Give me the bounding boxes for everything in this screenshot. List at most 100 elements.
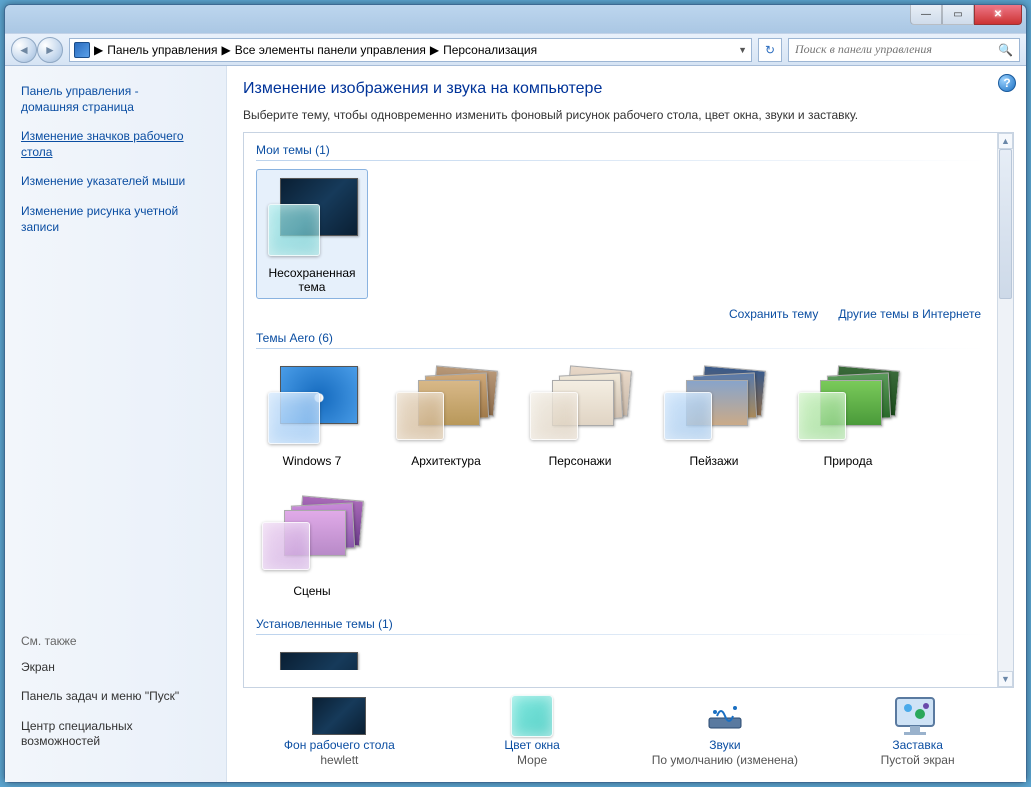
sounds-item[interactable]: Звуки По умолчанию (изменена)	[640, 696, 810, 767]
more-themes-link[interactable]: Другие темы в Интернете	[838, 307, 981, 321]
address-bar[interactable]: ▶ Панель управления ▶ Все элементы панел…	[69, 38, 752, 62]
theme-landscapes[interactable]: Пейзажи	[658, 357, 770, 473]
window-color-icon	[504, 696, 560, 736]
control-panel-icon	[74, 42, 90, 58]
sidebar-item-label: записи	[21, 220, 59, 234]
installed-themes-row	[256, 643, 985, 675]
window: — ▭ ✕ ◄ ► ▶ Панель управления ▶ Все элем…	[4, 4, 1027, 783]
item-label: Заставка	[892, 738, 943, 752]
desktop-background-icon	[311, 696, 367, 736]
theme-scenes[interactable]: Сцены	[256, 487, 368, 603]
aero-themes-row: Windows 7 Архитектура	[256, 357, 985, 603]
search-icon[interactable]: 🔍	[998, 43, 1013, 57]
item-label: Цвет окна	[504, 738, 559, 752]
caption-buttons: — ▭ ✕	[910, 5, 1022, 25]
window-color-preview	[268, 392, 320, 444]
refresh-button[interactable]: ↻	[758, 38, 782, 62]
content-area: Панель управления - домашняя страница Из…	[5, 66, 1026, 782]
window-color-preview	[268, 204, 320, 256]
address-dropdown[interactable]: ▼	[738, 45, 747, 55]
themes-scroll-area: Мои темы (1) Несохраненная тема Сохранит…	[244, 133, 997, 687]
theme-windows7[interactable]: Windows 7	[256, 357, 368, 473]
bottom-bar: Фон рабочего стола hewlett Цвет окна Мор…	[243, 688, 1014, 774]
theme-thumbnail	[664, 362, 764, 448]
breadcrumb-personalization[interactable]: Персонализация	[443, 43, 537, 57]
back-button[interactable]: ◄	[11, 37, 37, 63]
scroll-down-button[interactable]: ▼	[998, 671, 1013, 687]
breadcrumb-sep: ▶	[430, 43, 439, 57]
theme-thumbnail	[262, 362, 362, 448]
theme-characters[interactable]: Персонажи	[524, 357, 636, 473]
theme-nature[interactable]: Природа	[792, 357, 904, 473]
see-also-taskbar[interactable]: Панель задач и меню "Пуск"	[21, 689, 210, 705]
section-my-themes: Мои темы (1)	[256, 143, 985, 161]
sidebar-item-label: Изменение значков рабочего	[21, 129, 184, 143]
breadcrumb-control-panel[interactable]: Панель управления	[107, 43, 217, 57]
theme-thumbnail	[798, 362, 898, 448]
theme-name: Природа	[824, 454, 873, 468]
theme-thumbnail	[262, 492, 362, 578]
theme-thumbnail	[396, 362, 496, 448]
search-box[interactable]: 🔍	[788, 38, 1020, 62]
item-value: По умолчанию (изменена)	[652, 753, 798, 767]
sidebar-item-label: стола	[21, 145, 52, 159]
sidebar-item-label: возможностей	[21, 734, 100, 748]
item-value: Море	[517, 753, 547, 767]
maximize-button[interactable]: ▭	[942, 5, 974, 25]
window-color-preview	[798, 392, 846, 440]
scroll-up-button[interactable]: ▲	[998, 133, 1013, 149]
wallpaper-preview	[280, 652, 358, 670]
scrollbar[interactable]: ▲ ▼	[997, 133, 1013, 687]
sidebar-account-picture[interactable]: Изменение рисунка учетной записи	[21, 204, 210, 235]
sidebar-item-label: Центр специальных	[21, 719, 133, 733]
theme-name: Сцены	[293, 584, 330, 598]
see-also-label: См. также	[21, 624, 210, 648]
sidebar: Панель управления - домашняя страница Из…	[5, 66, 227, 782]
window-color-preview	[262, 522, 310, 570]
theme-architecture[interactable]: Архитектура	[390, 357, 502, 473]
theme-name: Персонажи	[549, 454, 612, 468]
theme-thumbnail	[262, 648, 362, 670]
forward-button[interactable]: ►	[37, 37, 63, 63]
theme-unsaved[interactable]: Несохраненная тема	[256, 169, 368, 299]
window-color-preview	[396, 392, 444, 440]
breadcrumb-sep: ▶	[94, 43, 103, 57]
search-input[interactable]	[795, 42, 998, 57]
scroll-track[interactable]	[998, 149, 1013, 671]
item-value: Пустой экран	[881, 753, 955, 767]
window-color-item[interactable]: Цвет окна Море	[447, 696, 617, 767]
page-lead: Выберите тему, чтобы одновременно измени…	[243, 108, 1014, 122]
sidebar-item-label: домашняя страница	[21, 100, 134, 114]
theme-name: Пейзажи	[690, 454, 739, 468]
theme-installed-1[interactable]	[256, 643, 368, 675]
screensaver-item[interactable]: Заставка Пустой экран	[833, 696, 1003, 767]
see-also-ease-of-access[interactable]: Центр специальных возможностей	[21, 719, 210, 750]
page-title: Изменение изображения и звука на компьют…	[243, 80, 1014, 98]
sidebar-item-label: Панель управления -	[21, 84, 139, 98]
nav-buttons: ◄ ►	[11, 37, 63, 63]
window-color-preview	[530, 392, 578, 440]
close-button[interactable]: ✕	[974, 5, 1022, 25]
item-value: hewlett	[320, 753, 358, 767]
see-also-display[interactable]: Экран	[21, 660, 210, 676]
item-label: Звуки	[709, 738, 740, 752]
sounds-icon	[697, 696, 753, 736]
item-label: Фон рабочего стола	[284, 738, 395, 752]
sidebar-desktop-icons[interactable]: Изменение значков рабочего стола	[21, 129, 210, 160]
themes-groupbox: Мои темы (1) Несохраненная тема Сохранит…	[243, 132, 1014, 688]
sidebar-item-label: Изменение рисунка учетной	[21, 204, 178, 218]
minimize-button[interactable]: —	[910, 5, 942, 25]
scroll-thumb[interactable]	[999, 149, 1012, 299]
breadcrumb-sep: ▶	[221, 43, 230, 57]
breadcrumb-all-items[interactable]: Все элементы панели управления	[235, 43, 426, 57]
desktop-background-item[interactable]: Фон рабочего стола hewlett	[254, 696, 424, 767]
toolbar: ◄ ► ▶ Панель управления ▶ Все элементы п…	[5, 33, 1026, 66]
sidebar-mouse-pointers[interactable]: Изменение указателей мыши	[21, 174, 210, 190]
section-installed-themes: Установленные темы (1)	[256, 617, 985, 635]
theme-thumbnail	[262, 174, 362, 260]
sidebar-home[interactable]: Панель управления - домашняя страница	[21, 84, 210, 115]
save-theme-link[interactable]: Сохранить тему	[729, 307, 818, 321]
section-aero-themes: Темы Aero (6)	[256, 331, 985, 349]
help-button[interactable]: ?	[998, 74, 1016, 92]
my-themes-row: Несохраненная тема	[256, 169, 985, 299]
